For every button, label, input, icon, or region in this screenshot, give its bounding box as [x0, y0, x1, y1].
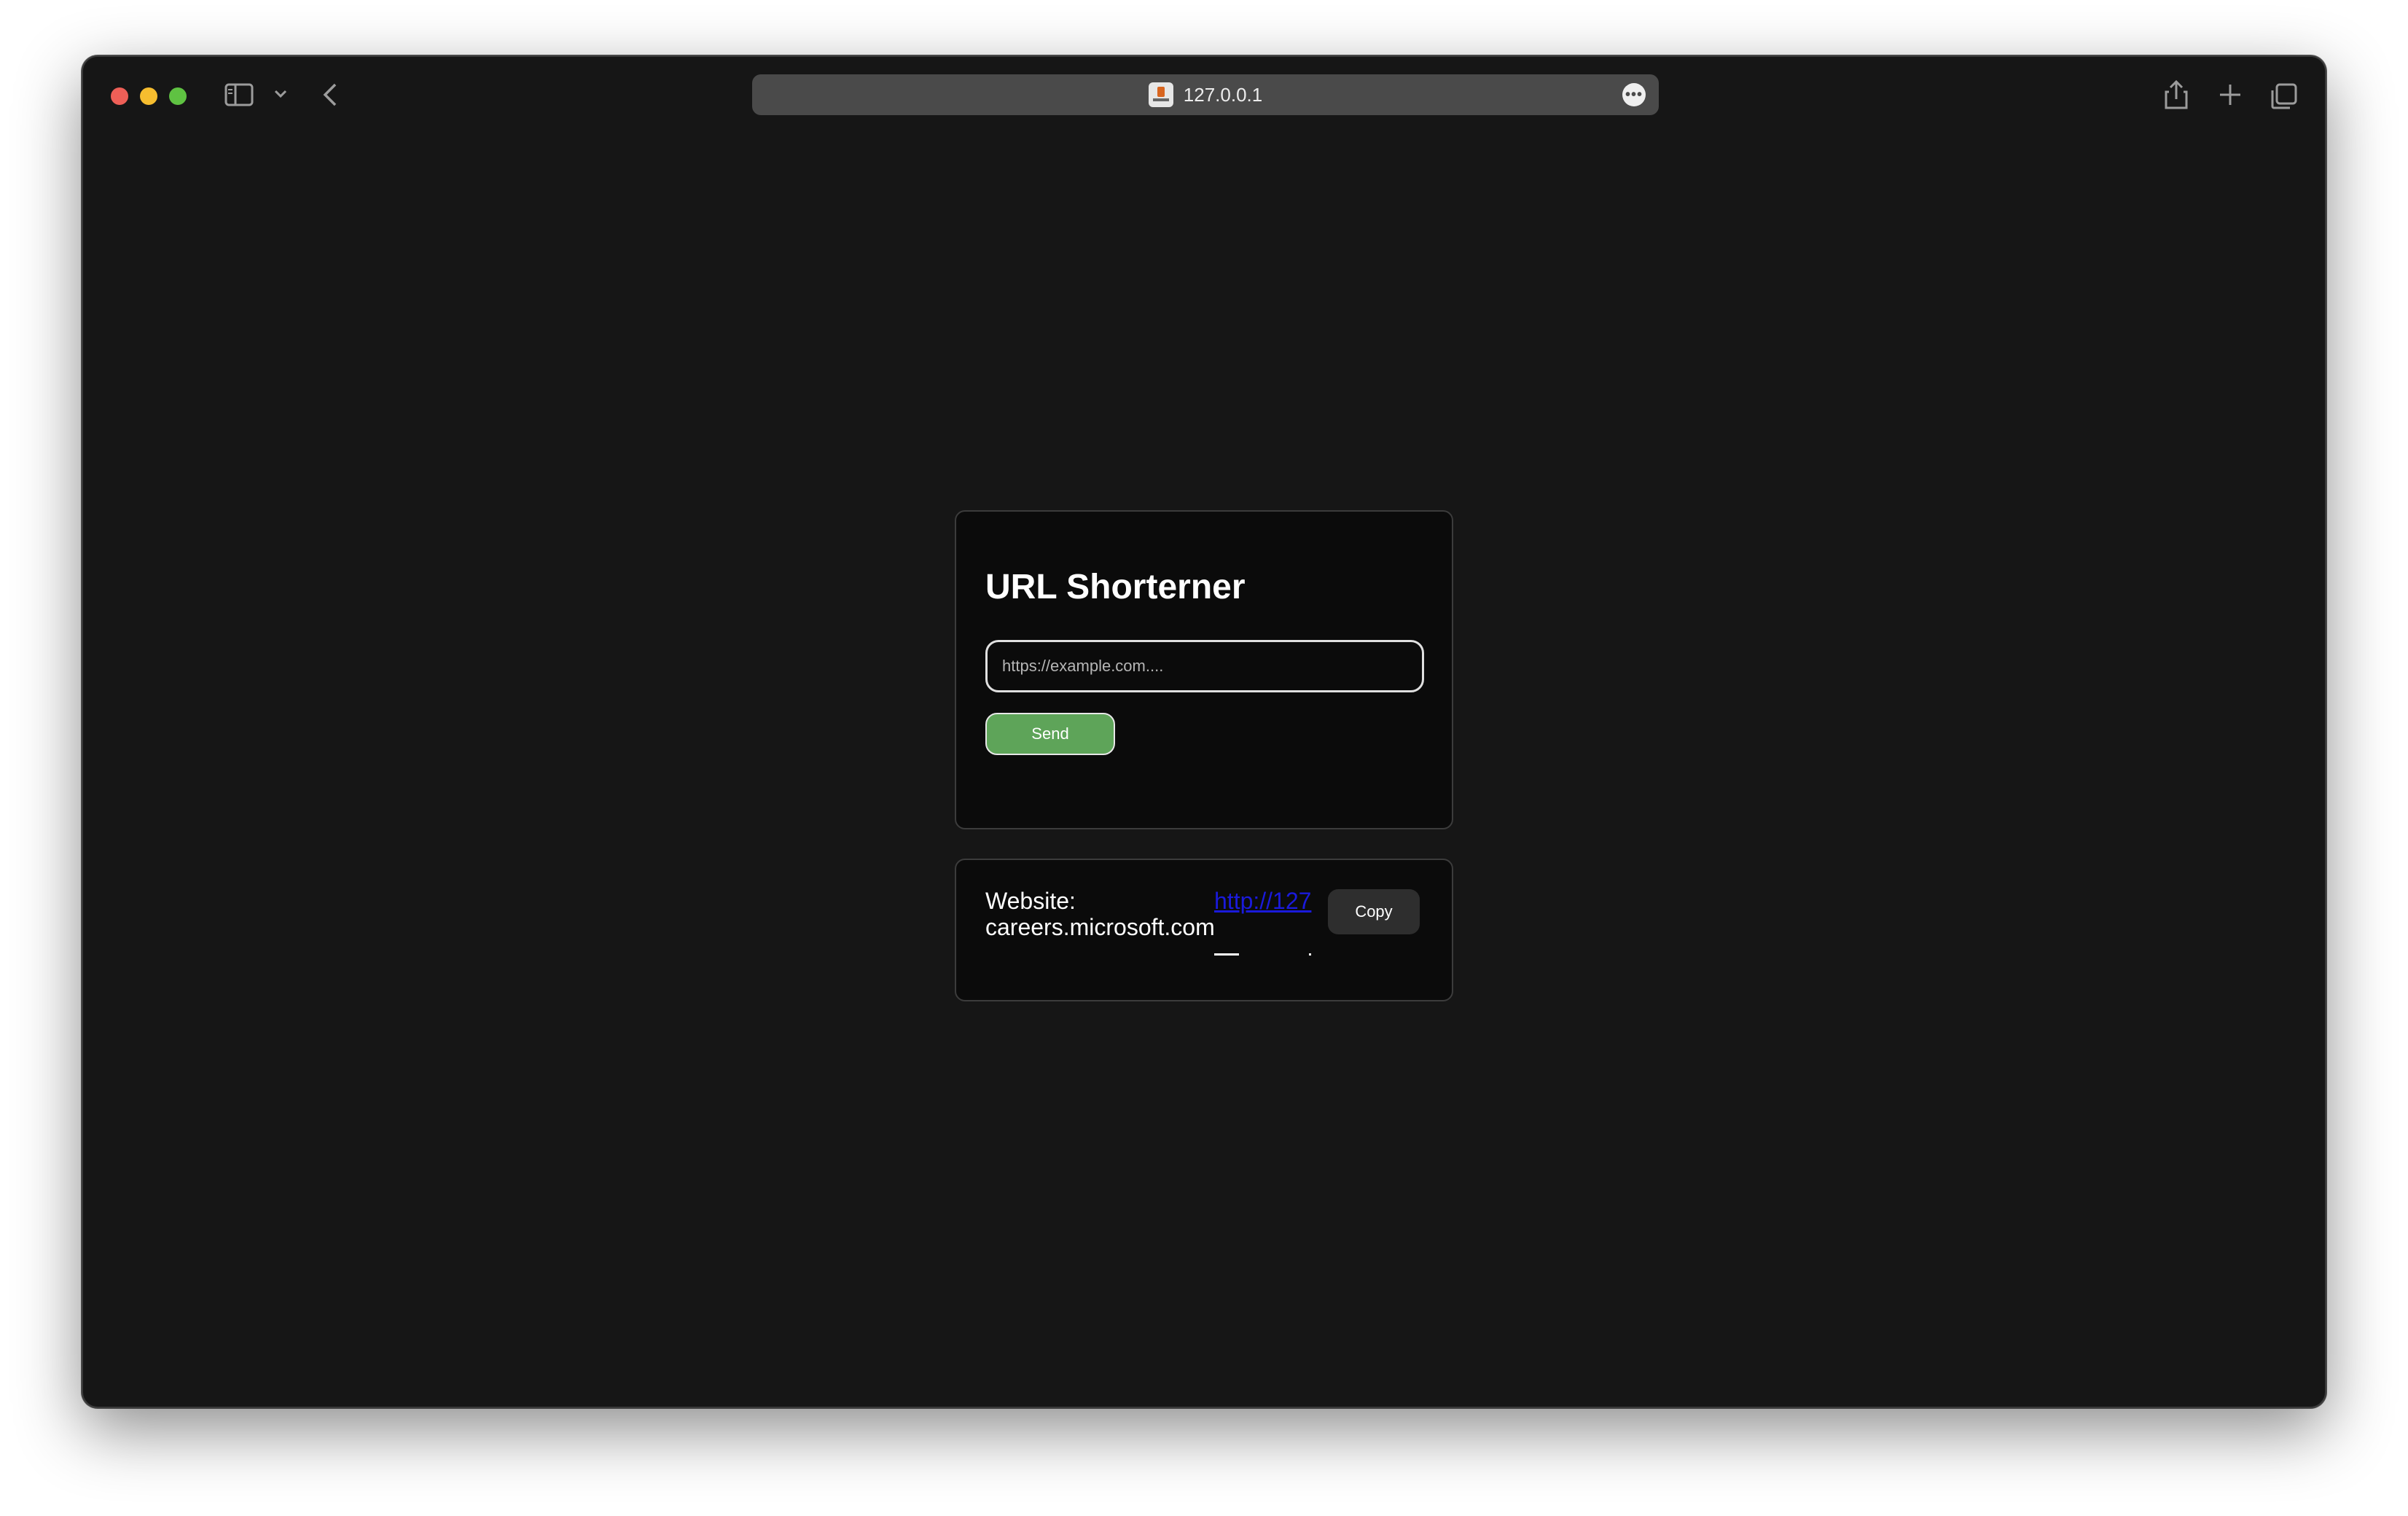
share-icon[interactable] [2163, 79, 2189, 111]
address-text: 127.0.0.1 [1183, 83, 1263, 106]
tab-overview-icon[interactable] [2270, 82, 2299, 111]
link-underline-fragment [1309, 953, 1311, 956]
page-title: URL Shorterner [985, 568, 1246, 606]
address-bar[interactable]: 127.0.0.1 ••• [752, 74, 1659, 115]
short-url-link[interactable]: http://127 [1214, 888, 1312, 961]
website-label: Website: careers.microsoft.com [985, 888, 1215, 940]
link-underline-fragment [1214, 953, 1239, 956]
copy-button[interactable]: Copy [1328, 889, 1420, 934]
more-options-icon[interactable]: ••• [1622, 83, 1646, 106]
new-tab-icon[interactable] [2217, 82, 2243, 108]
maximize-window-button[interactable] [169, 87, 187, 105]
chevron-down-icon[interactable] [273, 86, 289, 102]
result-card: Website: careers.microsoft.com http://12… [955, 859, 1453, 1001]
browser-toolbar: 127.0.0.1 ••• [83, 57, 2325, 133]
send-button[interactable]: Send [985, 713, 1115, 755]
url-input[interactable] [985, 640, 1424, 692]
browser-window: 127.0.0.1 ••• URL Shorterner Send Websit… [82, 55, 2326, 1408]
site-favicon-icon [1148, 82, 1173, 107]
close-window-button[interactable] [111, 87, 128, 105]
back-icon[interactable] [318, 82, 344, 108]
shortener-form-card: URL Shorterner Send [955, 510, 1453, 829]
sidebar-toggle-icon[interactable] [224, 83, 254, 106]
minimize-window-button[interactable] [140, 87, 157, 105]
